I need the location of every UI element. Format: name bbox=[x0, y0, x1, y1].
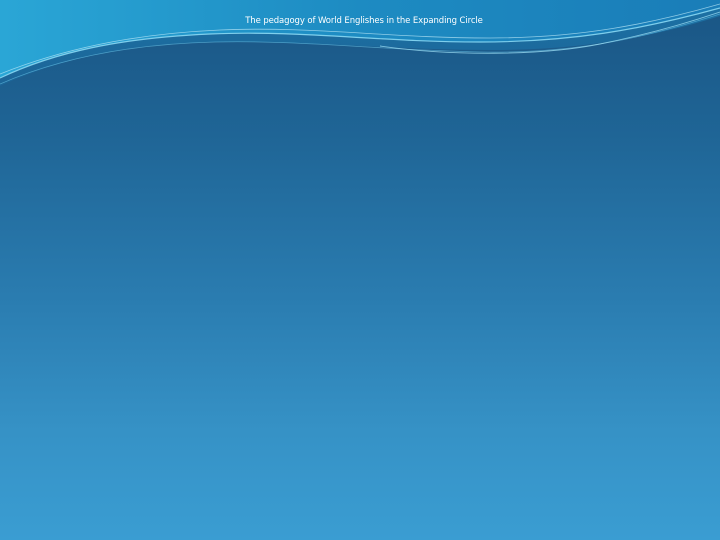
slide-title: The pedagogy of World Englishes in the E… bbox=[245, 16, 483, 26]
slide: The pedagogy of World Englishes in the E… bbox=[0, 0, 720, 540]
header-wave-decoration bbox=[0, 0, 720, 86]
